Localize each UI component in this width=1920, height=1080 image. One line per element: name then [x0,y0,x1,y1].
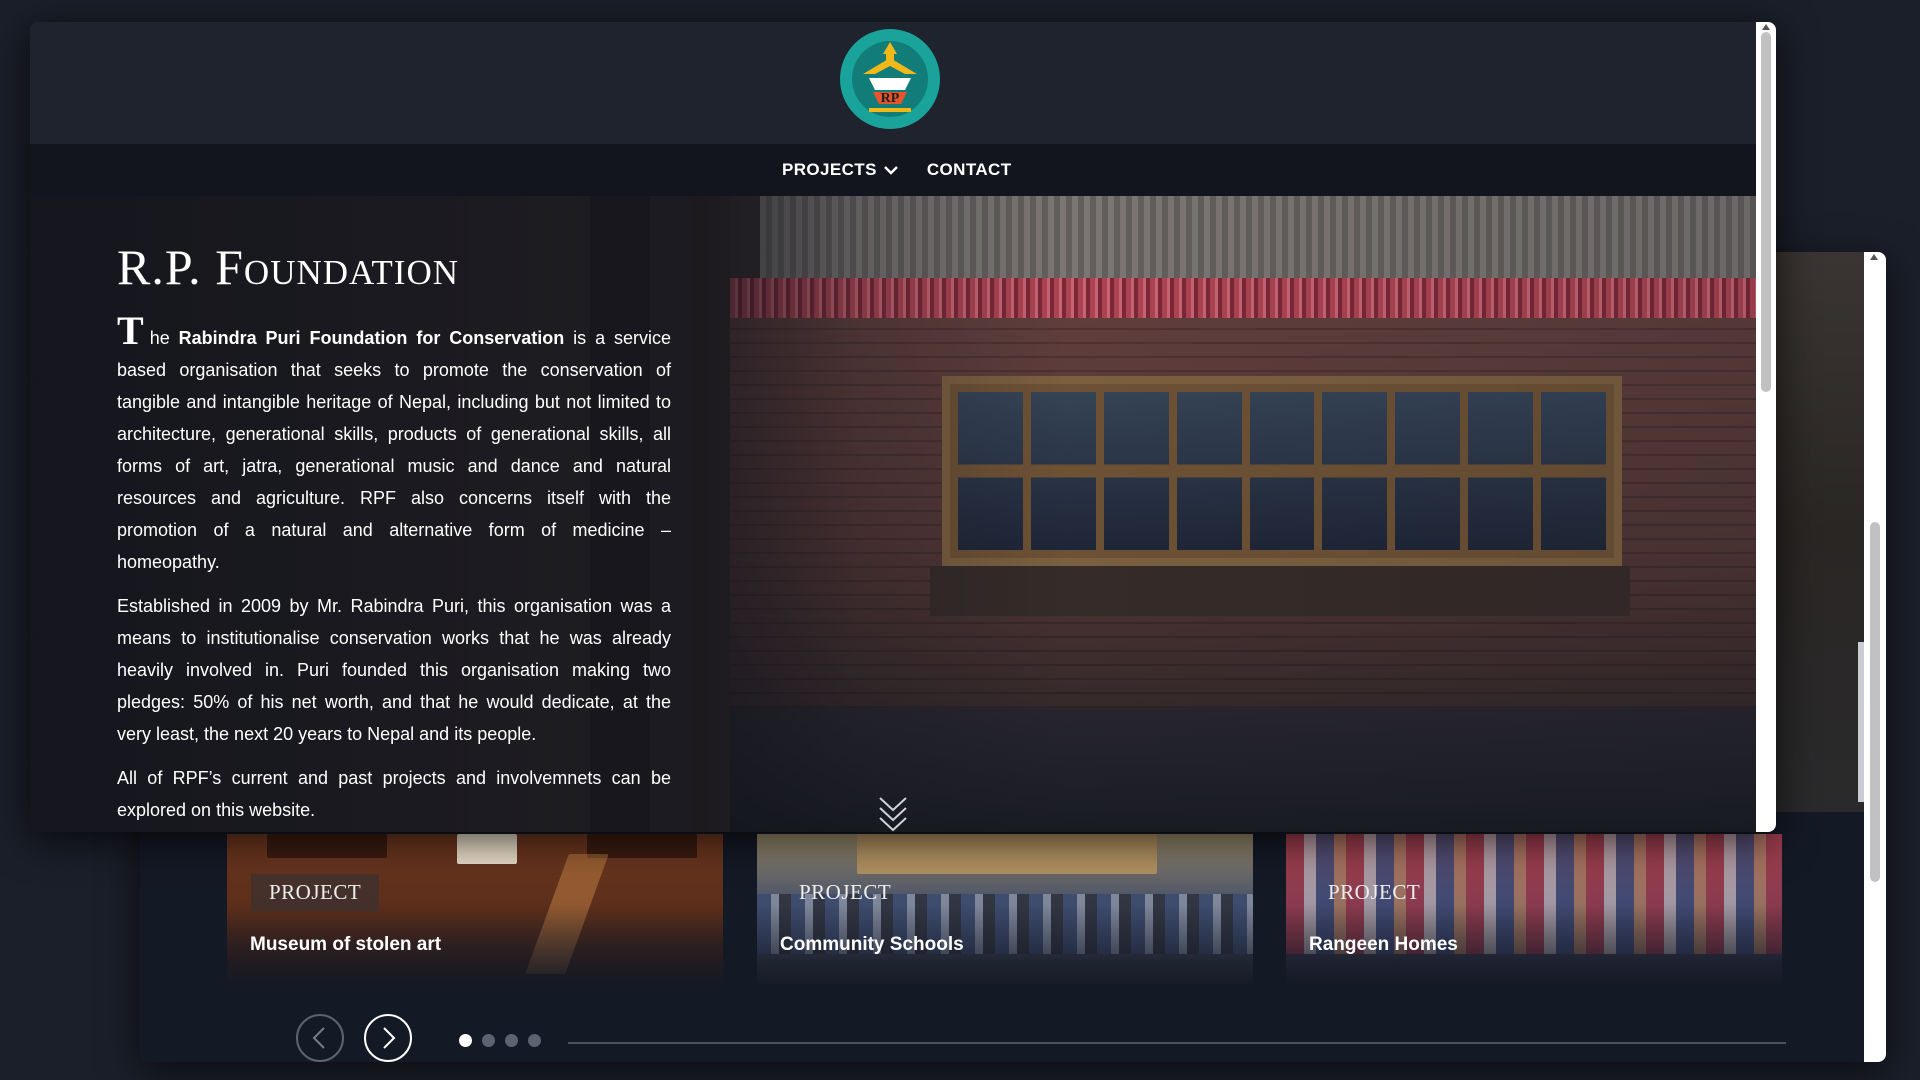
hero-section: R.P. Foundation The Rabindra Puri Founda… [30,196,1756,832]
project-carousel: PROJECT Museum of stolen art PROJECT Com… [227,834,1847,984]
project-card-rangeen[interactable]: PROJECT Rangeen Homes [1286,834,1782,984]
background-scrollbar[interactable] [1864,252,1886,1062]
card-image-detail [857,834,1157,874]
hero-paragraph-2: Established in 2009 by Mr. Rabindra Puri… [117,596,671,744]
project-title[interactable]: Museum of stolen art [250,934,441,956]
hero-content: R.P. Foundation The Rabindra Puri Founda… [117,238,671,832]
rpf-logo-icon[interactable]: RP [839,28,941,130]
scroll-up-arrow-icon[interactable] [1870,254,1878,260]
nav-contact[interactable]: CONTACT [927,160,1012,180]
hero-title: R.P. Foundation [117,239,460,295]
scrollbar-thumb[interactable] [1870,522,1880,882]
card-image-light [525,854,609,974]
project-card-schools[interactable]: PROJECT Community Schools [757,834,1253,984]
carousel-pagination [459,1034,541,1047]
foundation-name: Rabindra Puri Foundation for Conservatio… [178,328,565,348]
nav-projects-label: PROJECTS [782,160,877,179]
scroll-up-arrow-icon[interactable] [1762,24,1770,30]
main-window: RP PROJECTS CONTACT R.P. Foundation T he… [30,22,1776,832]
main-scrollbar[interactable] [1756,22,1776,832]
chevron-right-icon [383,1027,396,1049]
carousel-dot[interactable] [528,1034,541,1047]
logo-initials: RP [881,91,900,106]
hero-text-lead: he [149,328,179,348]
dropcap: T [117,308,144,353]
chevron-down-icon [883,166,898,175]
double-chevron-down-icon[interactable] [878,796,908,832]
hero-paragraph-1: The Rabindra Puri Foundation for Conserv… [117,311,672,578]
card-image-detail [267,834,387,858]
project-title[interactable]: Rangeen Homes [1309,934,1458,956]
carousel-prev-button[interactable] [296,1014,344,1062]
project-card-museum[interactable]: PROJECT Museum of stolen art [227,834,723,984]
chevron-left-icon [312,1027,325,1049]
carousel-dot[interactable] [459,1034,472,1047]
carousel-next-button[interactable] [364,1014,412,1062]
main-navbar: PROJECTS CONTACT [30,144,1756,196]
carousel-dot[interactable] [505,1034,518,1047]
site-header: RP [30,22,1756,144]
project-tag: PROJECT [251,874,380,911]
nav-projects[interactable]: PROJECTS [782,160,899,180]
project-tag: PROJECT [1328,880,1421,904]
hero-text-rest: is a service based organisation that see… [117,328,672,572]
project-title[interactable]: Community Schools [780,934,964,956]
hero-paragraph-3: All of RPF’s current and past projects a… [117,768,671,820]
carousel-dot[interactable] [482,1034,495,1047]
carousel-progress-line [568,1042,1786,1044]
scrollbar-thumb[interactable] [1761,32,1771,392]
card-image-detail [457,834,517,864]
project-tag: PROJECT [799,880,892,904]
